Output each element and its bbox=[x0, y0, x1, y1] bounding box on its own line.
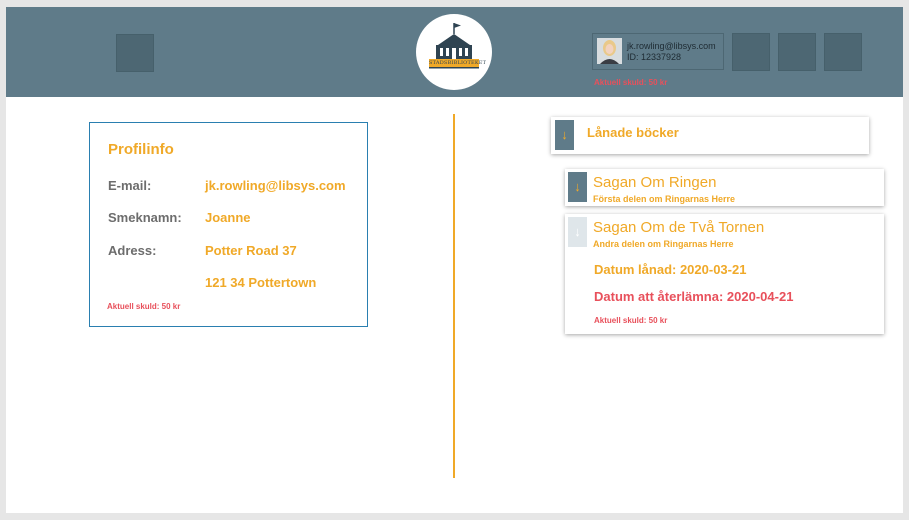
book-subtitle: Första delen om Ringarnas Herre bbox=[593, 194, 736, 204]
arrow-down-icon: ↓ bbox=[561, 127, 568, 142]
logo-text: STADSBIBLIOTEKET bbox=[429, 60, 487, 66]
profile-title: Profilinfo bbox=[108, 141, 174, 158]
expand-book-button[interactable]: ↓ bbox=[568, 217, 587, 247]
address-line2: 121 34 Pottertown bbox=[205, 275, 317, 290]
arrow-down-icon: ↓ bbox=[574, 179, 581, 194]
library-logo[interactable]: STADSBIBLIOTEKET bbox=[416, 14, 492, 90]
header-menu-button[interactable] bbox=[116, 34, 154, 72]
nickname-label: Smeknamn: bbox=[108, 210, 182, 225]
loaned-books-title: Lånade böcker bbox=[587, 125, 679, 140]
vertical-divider bbox=[453, 114, 455, 478]
expand-book-button[interactable]: ↓ bbox=[568, 172, 587, 202]
avatar bbox=[597, 38, 622, 64]
header-button-1[interactable] bbox=[732, 33, 770, 71]
book-title: Sagan Om Ringen bbox=[593, 174, 717, 191]
book-card-expanded: ↓ Sagan Om de Två Tornen Andra delen om … bbox=[565, 214, 884, 334]
user-email: jk.rowling@libsys.com bbox=[627, 41, 716, 51]
loaned-books-card: ↓ Lånade böcker bbox=[551, 117, 869, 154]
book-card: ↓ Sagan Om Ringen Första delen om Ringar… bbox=[565, 169, 884, 206]
expand-loans-button[interactable]: ↓ bbox=[555, 120, 574, 150]
user-account-box[interactable]: jk.rowling@libsys.com ID: 12337928 bbox=[592, 33, 724, 70]
header-debt-text: Aktuell skuld: 50 kr bbox=[594, 78, 668, 87]
user-id: ID: 12337928 bbox=[627, 52, 682, 62]
email-label: E-mail: bbox=[108, 178, 152, 193]
address-line1: Potter Road 37 bbox=[205, 243, 297, 258]
return-date: Datum att återlämna: 2020-04-21 bbox=[594, 289, 794, 304]
nickname-value: Joanne bbox=[205, 210, 251, 225]
library-logo-icon bbox=[429, 23, 479, 69]
book-debt-text: Aktuell skuld: 50 kr bbox=[594, 316, 668, 325]
app-window: STADSBIBLIOTEKET jk.rowling@libsys.com I… bbox=[6, 7, 903, 513]
header-button-3[interactable] bbox=[824, 33, 862, 71]
arrow-down-icon: ↓ bbox=[574, 224, 581, 239]
loan-date: Datum lånad: 2020-03-21 bbox=[594, 262, 747, 277]
email-value: jk.rowling@libsys.com bbox=[205, 178, 346, 193]
address-label: Adress: bbox=[108, 243, 157, 258]
book-subtitle: Andra delen om Ringarnas Herre bbox=[593, 239, 734, 249]
profile-debt-text: Aktuell skuld: 50 kr bbox=[107, 302, 181, 311]
profile-info-card: Profilinfo E-mail: jk.rowling@libsys.com… bbox=[89, 122, 368, 327]
header-button-2[interactable] bbox=[778, 33, 816, 71]
book-title: Sagan Om de Två Tornen bbox=[593, 219, 765, 236]
header-bar: STADSBIBLIOTEKET jk.rowling@libsys.com I… bbox=[6, 7, 903, 97]
